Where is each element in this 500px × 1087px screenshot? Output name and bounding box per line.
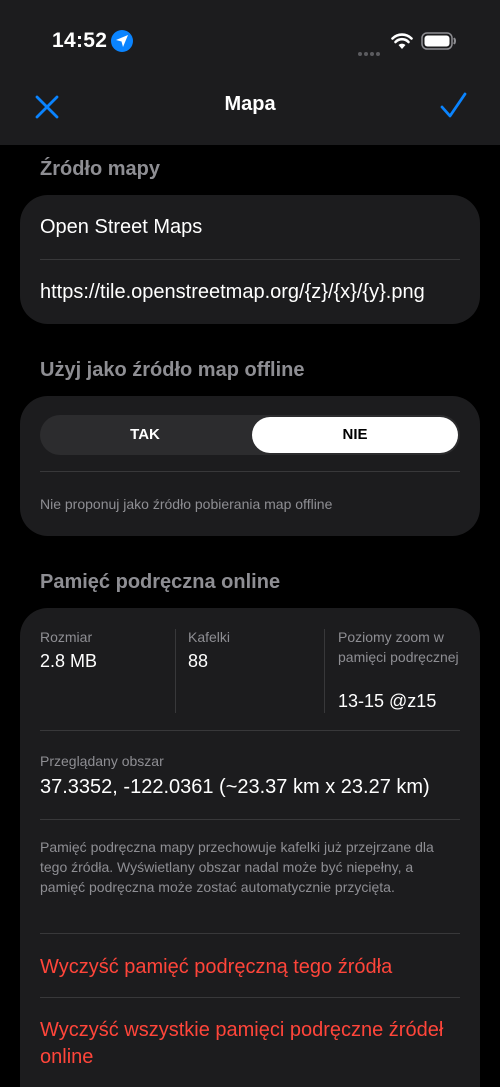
divider (40, 730, 460, 731)
divider (40, 997, 460, 998)
offline-description: Nie proponuj jako źródło pobierania map … (40, 496, 333, 512)
offline-segmented-control[interactable]: TAK NIE (40, 415, 460, 455)
cache-area-value: 37.3352, -122.0361 (~23.37 km x 23.27 km… (40, 776, 430, 798)
wifi-icon (391, 33, 413, 49)
cache-zoom-value: 13-15 @z15 (338, 691, 437, 711)
divider (324, 629, 325, 713)
location-arrow-icon (111, 30, 133, 52)
cache-zoom-label: Poziomy zoom w pamięci podręcznej (338, 629, 459, 665)
divider (40, 259, 460, 260)
cache-note: Pamięć podręczna mapy przechowuje kafelk… (40, 839, 434, 895)
cache-tiles-value: 88 (188, 651, 209, 671)
cache-tiles-label: Kafelki (188, 629, 231, 645)
map-source-name-field[interactable]: Open Street Maps (40, 216, 202, 239)
clear-all-caches-button[interactable]: Wyczyść wszystkie pamięci podręczne źród… (40, 1017, 460, 1071)
battery-icon (421, 32, 456, 50)
section-header-cache: Pamięć podręczna online (40, 571, 281, 593)
cache-size-label: Rozmiar (40, 629, 93, 645)
cellular-signal-icon (358, 43, 382, 61)
section-header-map-source: Źródło mapy (40, 158, 161, 180)
section-header-offline: Użyj jako źródło map offline (40, 359, 305, 381)
divider (40, 471, 460, 472)
status-time: 14:52 (52, 29, 108, 52)
map-source-url-field[interactable]: https://tile.openstreetmap.org/{z}/{x}/{… (40, 281, 425, 304)
divider (40, 819, 460, 820)
page-title: Mapa (224, 93, 276, 115)
divider (175, 629, 176, 713)
divider (40, 933, 460, 934)
clear-source-cache-button[interactable]: Wyczyść pamięć podręczną tego źródła (40, 954, 460, 981)
segment-tak[interactable]: TAK (42, 417, 248, 453)
segment-nie[interactable]: NIE (252, 417, 458, 453)
cache-size-value: 2.8 MB (40, 651, 98, 671)
cache-area-label: Przeglądany obszar (40, 753, 164, 769)
checkmark-icon[interactable] (438, 91, 468, 121)
